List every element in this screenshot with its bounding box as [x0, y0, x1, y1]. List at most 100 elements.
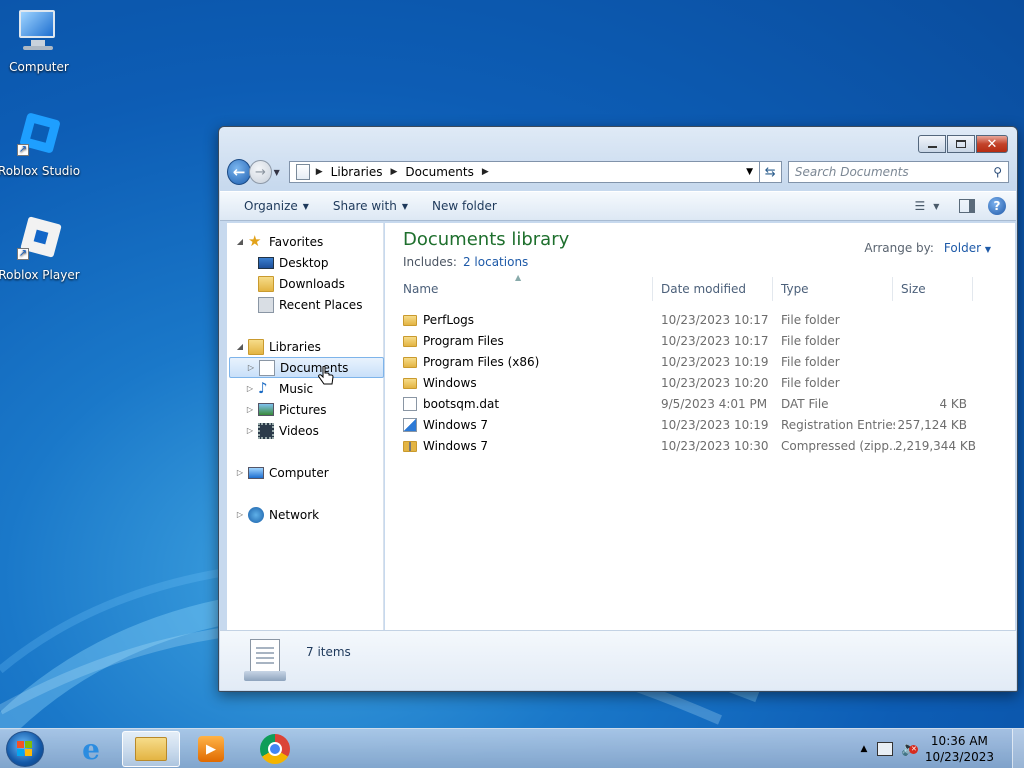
new-folder-button[interactable]: New folder: [420, 192, 509, 220]
item-count: 7 items: [306, 645, 351, 659]
close-icon: ✕: [986, 136, 998, 152]
address-bar[interactable]: ▶ Libraries ▶ Documents ▶ ▼: [288, 161, 760, 183]
chevron-down-icon: ▼: [401, 201, 408, 211]
back-button[interactable]: ←: [227, 159, 252, 185]
column-header-date[interactable]: Date modified: [653, 277, 773, 301]
file-row[interactable]: Windows 7 10/23/2023 10:19 ... Registrat…: [395, 414, 995, 435]
file-size: 4 KB: [939, 396, 967, 411]
desktop-icon-label: Roblox Studio: [0, 164, 81, 178]
nav-network[interactable]: ▷ Network: [235, 504, 319, 525]
file-row[interactable]: PerfLogs 10/23/2023 10:17 ... File folde…: [395, 309, 995, 330]
nav-recent-places[interactable]: Recent Places: [255, 294, 362, 315]
expand-arrow-icon[interactable]: ▷: [235, 468, 245, 477]
mouse-pointer-hand-icon: [318, 366, 334, 385]
network-icon: [248, 506, 264, 523]
file-row[interactable]: Windows 7 10/23/2023 10:30 ... Compresse…: [395, 435, 995, 456]
nav-label: Pictures: [279, 402, 327, 417]
expand-arrow-icon[interactable]: ▷: [235, 510, 245, 519]
file-type: Compressed (zipp...: [781, 438, 895, 453]
nav-label: Favorites: [269, 234, 324, 249]
desktop-icon: [258, 256, 274, 269]
nav-desktop[interactable]: Desktop: [255, 252, 329, 273]
network-status-icon[interactable]: [877, 742, 894, 756]
share-with-button[interactable]: Share with ▼: [321, 192, 420, 220]
file-date: 10/23/2023 10:20 ...: [661, 375, 773, 390]
file-row[interactable]: Program Files 10/23/2023 10:17 ... File …: [395, 330, 995, 351]
library-doc-icon: [295, 164, 310, 180]
start-button[interactable]: [6, 731, 44, 767]
expand-arrow-icon[interactable]: ▷: [245, 405, 255, 414]
nav-favorites[interactable]: ◢ ★ Favorites: [235, 231, 323, 252]
nav-libraries[interactable]: ◢ Libraries: [235, 336, 321, 357]
registry-file-icon: [403, 417, 417, 432]
minimize-button[interactable]: [918, 135, 946, 153]
expand-arrow-icon[interactable]: ▷: [246, 363, 256, 372]
chrome-icon: [260, 734, 290, 764]
help-button[interactable]: ?: [988, 197, 1006, 215]
file-date: 10/23/2023 10:30 ...: [661, 438, 773, 453]
taskbar-internet-explorer[interactable]: e: [62, 731, 120, 767]
taskbar-chrome[interactable]: [246, 731, 304, 767]
expand-arrow-icon[interactable]: ◢: [235, 237, 245, 246]
show-hidden-icons-button[interactable]: ▲: [860, 744, 867, 754]
nav-documents[interactable]: ▷ Documents: [229, 357, 384, 378]
documents-library-icon: [244, 637, 286, 683]
taskbar: e ▶ ▲ 🔈✕ 10:36 AM 10/23/2023: [0, 728, 1024, 768]
show-desktop-button[interactable]: [1012, 729, 1024, 768]
close-button[interactable]: ✕: [976, 135, 1008, 153]
desktop-icon-computer[interactable]: Computer: [0, 8, 81, 74]
search-input[interactable]: Search Documents: [795, 165, 909, 179]
breadcrumb-documents[interactable]: Documents: [405, 165, 473, 179]
nav-pictures[interactable]: ▷ Pictures: [245, 399, 327, 420]
volume-muted-icon[interactable]: 🔈✕: [901, 741, 918, 757]
file-row[interactable]: Program Files (x86) 10/23/2023 10:19 ...…: [395, 351, 995, 372]
breadcrumb-separator[interactable]: ▶: [482, 167, 489, 177]
file-row[interactable]: Windows 10/23/2023 10:20 ... File folder: [395, 372, 995, 393]
expand-arrow-icon[interactable]: ◢: [235, 342, 245, 351]
media-player-icon: ▶: [198, 736, 224, 762]
recent-places-icon: [258, 296, 274, 313]
refresh-button[interactable]: ⇆: [759, 161, 782, 183]
nav-videos[interactable]: ▷ Videos: [245, 420, 319, 441]
organize-button[interactable]: Organize ▼: [232, 192, 321, 220]
desktop-icon-roblox-player[interactable]: ↗ Roblox Player: [0, 216, 81, 282]
desktop-icon-label: Roblox Player: [0, 268, 80, 282]
preview-pane-button[interactable]: [954, 195, 980, 217]
clock[interactable]: 10:36 AM 10/23/2023: [925, 733, 994, 765]
maximize-button[interactable]: [947, 135, 975, 153]
locations-link[interactable]: 2 locations: [463, 255, 528, 269]
taskbar-media-player[interactable]: ▶: [182, 731, 240, 767]
roblox-player-icon: ↗: [15, 216, 63, 264]
file-row[interactable]: bootsqm.dat 9/5/2023 4:01 PM DAT File 4 …: [395, 393, 995, 414]
documents-icon: [259, 359, 275, 376]
nav-computer[interactable]: ▷ Computer: [235, 462, 329, 483]
desktop-icon-roblox-studio[interactable]: ↗ Roblox Studio: [0, 112, 81, 178]
recent-pages-dropdown[interactable]: ▼: [274, 168, 285, 177]
forward-arrow-icon: →: [254, 164, 266, 180]
folder-icon: [403, 378, 417, 389]
nav-label: Documents: [280, 360, 349, 375]
breadcrumb-separator[interactable]: ▶: [316, 167, 323, 177]
expand-arrow-icon[interactable]: ▷: [245, 426, 255, 435]
column-headers: Name Date modified Type Size: [395, 277, 995, 301]
desktop-icon-label: Computer: [9, 60, 69, 74]
column-header-name[interactable]: Name: [395, 277, 653, 301]
search-box[interactable]: Search Documents ⚲: [787, 161, 1010, 183]
arrange-by-dropdown[interactable]: Folder ▼: [944, 241, 991, 255]
nav-music[interactable]: ▷ ♪ Music: [245, 378, 313, 399]
expand-arrow-icon[interactable]: ▷: [245, 384, 255, 393]
change-view-button[interactable]: ☰ ▼: [914, 195, 940, 217]
nav-downloads[interactable]: Downloads: [255, 273, 345, 294]
forward-button[interactable]: →: [249, 160, 272, 184]
taskbar-windows-explorer[interactable]: [122, 731, 180, 767]
breadcrumb-separator[interactable]: ▶: [391, 167, 398, 177]
column-header-type[interactable]: Type: [773, 277, 893, 301]
new-folder-label: New folder: [431, 199, 497, 213]
column-header-size[interactable]: Size: [893, 277, 973, 301]
breadcrumb-libraries[interactable]: Libraries: [331, 165, 383, 179]
roblox-studio-icon: ↗: [15, 112, 63, 160]
nav-label: Libraries: [269, 339, 321, 354]
address-history-dropdown[interactable]: ▼: [741, 167, 759, 177]
maximize-icon: [956, 140, 966, 148]
chevron-down-icon: ▼: [984, 245, 991, 254]
